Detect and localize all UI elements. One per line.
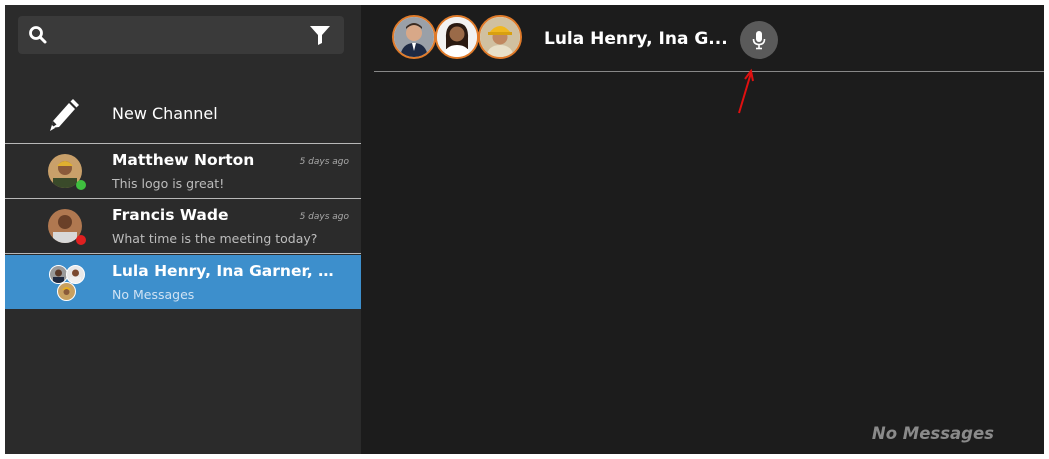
- group-avatar: [48, 263, 85, 301]
- pencil-icon: [50, 99, 79, 131]
- new-channel-label: New Channel: [112, 104, 218, 123]
- filter-icon[interactable]: [308, 16, 332, 54]
- conversation-item[interactable]: Francis Wade 5 days ago What time is the…: [5, 199, 361, 254]
- microphone-icon: [752, 31, 766, 50]
- conversation-last-message: No Messages: [112, 287, 195, 302]
- conversation-item[interactable]: Matthew Norton 5 days ago This logo is g…: [5, 144, 361, 199]
- chat-header: Lula Henry, Ina G...: [374, 5, 1044, 72]
- search-icon[interactable]: [26, 16, 50, 54]
- empty-state-text: No Messages: [871, 424, 994, 443]
- chat-panel: Lula Henry, Ina G... No Messages: [361, 5, 1044, 454]
- new-channel-button[interactable]: New Channel: [5, 87, 361, 144]
- conversation-time: 5 days ago: [299, 212, 349, 222]
- avatar: [392, 15, 436, 59]
- status-dot: [76, 180, 86, 190]
- search-bar: [18, 16, 344, 54]
- status-dot: [76, 235, 86, 245]
- sidebar: New Channel Matthew Norton 5 days ago Th…: [5, 5, 361, 454]
- conversation-name: Lula Henry, Ina Garner, Osc...: [112, 262, 344, 280]
- annotation-arrow-icon: [738, 68, 754, 114]
- microphone-button[interactable]: [740, 21, 778, 59]
- avatar: [478, 15, 522, 59]
- conversation-name: Francis Wade: [112, 206, 229, 224]
- chat-app: New Channel Matthew Norton 5 days ago Th…: [5, 5, 1044, 454]
- conversation-last-message: What time is the meeting today?: [112, 231, 318, 246]
- chat-title: Lula Henry, Ina G...: [544, 29, 728, 49]
- avatar: [66, 265, 85, 284]
- conversation-time: 5 days ago: [299, 157, 349, 167]
- conversation-last-message: This logo is great!: [112, 176, 225, 191]
- avatar: [435, 15, 479, 59]
- conversation-item-active[interactable]: Lula Henry, Ina Garner, Osc... No Messag…: [5, 255, 361, 309]
- search-input[interactable]: [56, 20, 300, 52]
- avatar: [57, 282, 76, 301]
- conversation-name: Matthew Norton: [112, 151, 255, 169]
- participant-avatars[interactable]: [392, 15, 532, 61]
